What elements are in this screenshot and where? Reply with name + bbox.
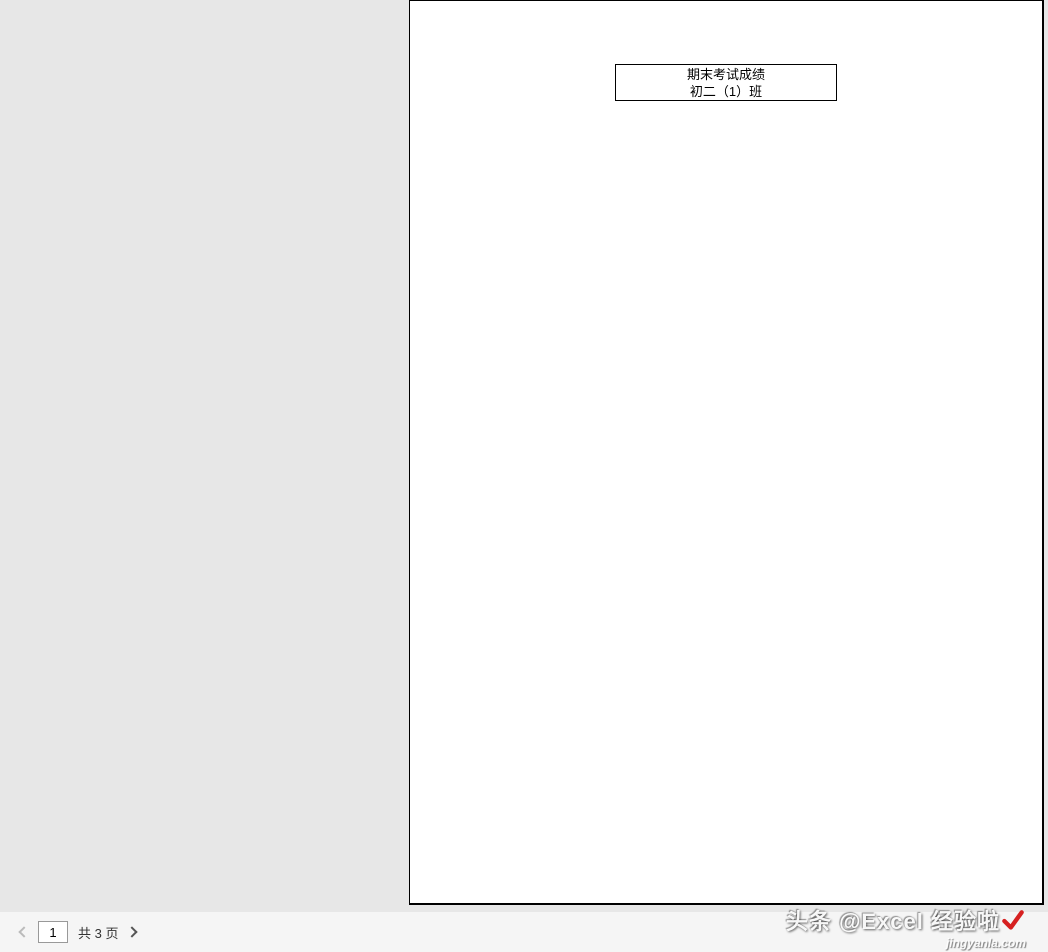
print-preview-area: 期末考试成绩 初二（1）班	[0, 0, 1048, 912]
title-line-1: 期末考试成绩	[687, 66, 765, 83]
document-page: 期末考试成绩 初二（1）班	[409, 0, 1044, 905]
page-total-label: 共 3 页	[78, 923, 118, 942]
prev-page-icon[interactable]	[18, 926, 29, 937]
next-page-icon[interactable]	[127, 926, 138, 937]
document-title-box: 期末考试成绩 初二（1）班	[615, 64, 837, 101]
title-line-2: 初二（1）班	[690, 83, 762, 100]
pager-bar: 共 3 页	[0, 912, 1048, 952]
page-number-input[interactable]	[38, 921, 68, 943]
